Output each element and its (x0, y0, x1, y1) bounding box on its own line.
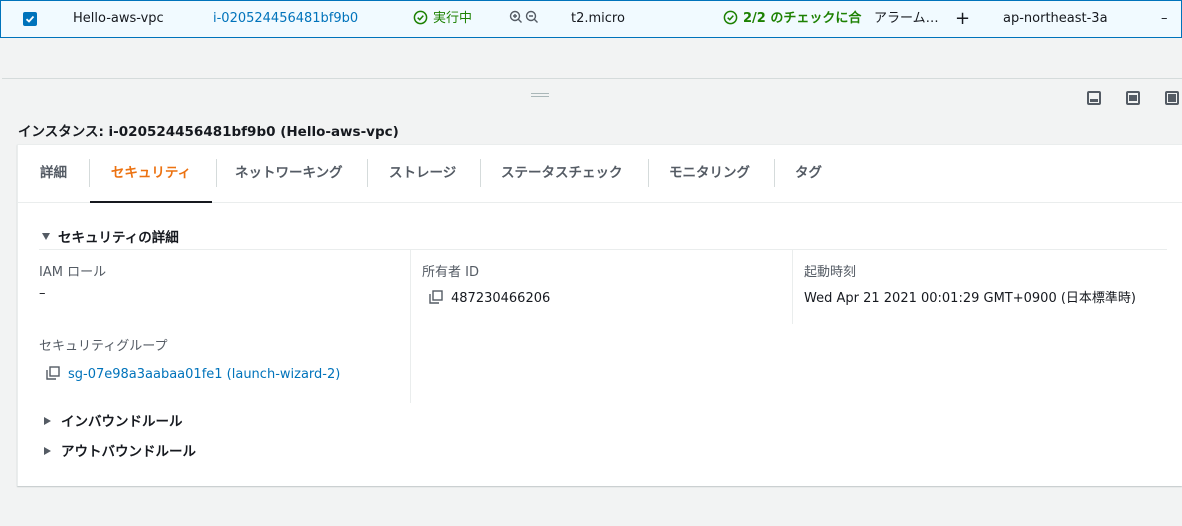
status-check[interactable]: 2/2 のチェックに合 (723, 1, 863, 37)
security-group-link[interactable]: sg-07e98a3aabaa01fe1 (launch-wizard-2) (68, 367, 340, 382)
tab-security[interactable]: セキュリティ (90, 145, 212, 203)
iam-role-label: IAM ロール (39, 265, 107, 280)
security-details-heading: セキュリティの詳細 (58, 230, 179, 246)
panel-bottom-icon[interactable] (1086, 90, 1102, 106)
status-check-label: 2/2 のチェックに合 (743, 11, 862, 26)
status-check-circle-icon (413, 10, 428, 24)
status-check-circle-icon (723, 10, 738, 24)
tab-separator (216, 159, 217, 187)
triangle-right-icon (44, 446, 51, 455)
zoom-out-icon[interactable] (525, 1, 539, 37)
launch-time-value: Wed Apr 21 2021 00:01:29 GMT+0900 (日本標準時… (804, 291, 1136, 306)
panel-full-icon[interactable] (1164, 90, 1180, 106)
owner-id-text: 487230466206 (451, 291, 551, 306)
tab-separator (774, 159, 775, 187)
tab-details[interactable]: 詳細 (40, 145, 67, 203)
instance-row[interactable]: Hello-aws-vpc i-020524456481bf9b0 実行中 t2… (0, 0, 1182, 38)
detail-panel-title: インスタンス: i-020524456481bf9b0 (Hello-aws-v… (18, 124, 399, 140)
instance-state: 実行中 (413, 1, 472, 37)
copy-icon[interactable] (429, 290, 443, 304)
tab-separator (648, 159, 649, 187)
security-group-label: セキュリティグループ (39, 339, 168, 354)
instance-id-link[interactable]: i-020524456481bf9b0 (213, 1, 358, 37)
tab-networking[interactable]: ネットワーキング (235, 145, 343, 203)
column-divider (792, 249, 793, 324)
tab-storage[interactable]: ストレージ (389, 145, 456, 203)
zoom-in-icon[interactable] (509, 1, 523, 37)
inbound-rules-label: インバウンドルール (61, 414, 183, 430)
tab-monitoring[interactable]: モニタリング (669, 145, 750, 203)
instance-state-label: 実行中 (433, 11, 473, 26)
instance-name: Hello-aws-vpc (73, 11, 164, 26)
checkbox-checked-icon[interactable] (23, 12, 37, 26)
triangle-right-icon (44, 416, 51, 425)
copy-icon[interactable] (46, 366, 60, 380)
overflow-cell: – (1161, 11, 1168, 26)
alarm-status: アラーム… (874, 11, 939, 26)
iam-role-value: – (39, 286, 46, 301)
detail-card: 詳細 セキュリティ ネットワーキング ストレージ ステータスチェック モニタリン… (17, 144, 1182, 486)
tab-bar: 詳細 セキュリティ ネットワーキング ストレージ ステータスチェック モニタリン… (18, 145, 1182, 203)
launch-time-label: 起動時刻 (804, 265, 857, 280)
instance-type: t2.micro (571, 11, 625, 26)
outbound-rules-label: アウトバウンドルール (61, 444, 196, 460)
outbound-rules-toggle[interactable]: アウトバウンドルール (44, 440, 196, 460)
inbound-rules-toggle[interactable]: インバウンドルール (44, 410, 183, 430)
tab-separator (480, 159, 481, 187)
column-divider (410, 249, 411, 403)
security-details-toggle[interactable]: セキュリティの詳細 (42, 226, 179, 246)
split-panel-divider (2, 78, 1182, 79)
owner-id-label: 所有者 ID (422, 265, 479, 280)
panel-split-icon[interactable] (1125, 90, 1141, 106)
owner-id-value: 487230466206 (429, 290, 551, 306)
drag-handle-icon[interactable] (531, 93, 549, 97)
security-group-value: sg-07e98a3aabaa01fe1 (launch-wizard-2) (46, 366, 340, 382)
tab-separator (367, 159, 368, 187)
availability-zone: ap-northeast-3a (1003, 11, 1108, 26)
triangle-down-icon (42, 233, 50, 240)
tab-tags[interactable]: タグ (795, 145, 822, 203)
plus-icon[interactable]: + (955, 1, 970, 37)
tab-status-checks[interactable]: ステータスチェック (501, 145, 623, 203)
section-divider (39, 249, 1167, 250)
